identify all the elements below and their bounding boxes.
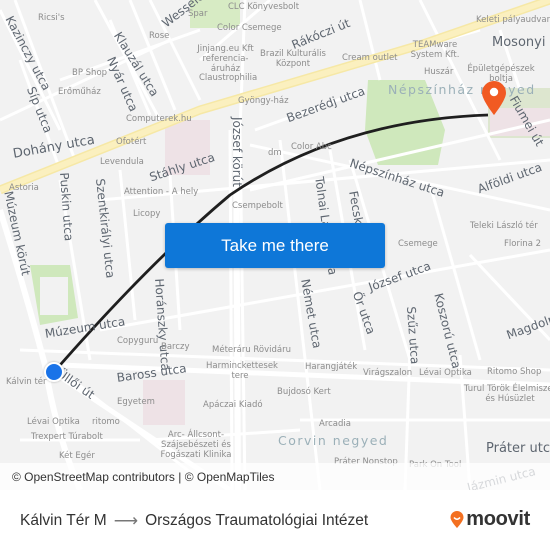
attribution-text[interactable]: © OpenStreetMap contributors | © OpenMap…: [12, 470, 274, 484]
poi-label: ritomo: [92, 417, 120, 427]
poi-label: Barczy: [161, 342, 190, 352]
poi-label: Lévai Optika: [27, 417, 80, 427]
map-view[interactable]: Népszínház negyed Corvin negyed Rákóczi …: [0, 0, 550, 490]
poi-label: dm: [268, 148, 282, 158]
poi-label: Arc- Állcsont- Szájsebészeti és Fogászat…: [160, 430, 232, 460]
moovit-pin-icon: [450, 510, 464, 528]
poi-label: CLC Könyvesbolt: [228, 2, 300, 12]
ring-road: [0, 209, 83, 490]
poi-label: Keleti pályaudvar: [476, 15, 550, 25]
poi-label: Teleki László tér: [470, 221, 538, 231]
poi-label: Florina 2: [504, 239, 542, 249]
poi-label: BP Shop: [72, 68, 108, 78]
poi-label: Copyguru: [117, 336, 159, 346]
origin-marker[interactable]: [44, 362, 64, 382]
poi-label: Cream outlet: [342, 53, 398, 63]
poi-label: Levendula: [100, 157, 144, 167]
poi-label: Brazil Kulturális Központ: [260, 49, 326, 69]
destination-name: Országos Traumatológiai Intézet: [145, 512, 369, 529]
poi-label: Csempebolt: [232, 201, 283, 211]
neighborhood-label: Corvin negyed: [278, 433, 389, 448]
poi-label: Gyöngy-ház: [238, 96, 289, 106]
poi-label: Kálvin tér: [6, 377, 47, 387]
poi-label: Spar: [188, 9, 208, 19]
poi-label: Lévai Optika: [419, 368, 472, 378]
poi-label: Erőműház: [58, 87, 101, 97]
poi-label: Jinjang.eu Kft referencia-áruház: [197, 44, 254, 74]
poi-label: Color Abc: [291, 142, 332, 152]
street-label: Práter utca: [486, 441, 550, 456]
poi-label: Astoria: [9, 183, 39, 193]
origin-name: Kálvin Tér M: [20, 512, 107, 529]
poi-label: Rose: [149, 31, 170, 41]
street-label: Mosonyi utca: [492, 35, 550, 50]
poi-label: Trexpert Túrabolt: [31, 432, 103, 442]
poi-label: Harminckettesek tere: [206, 361, 278, 381]
poi-label: Computerek.hu: [126, 114, 192, 124]
map-attribution: © OpenStreetMap contributors | © OpenMap…: [0, 463, 550, 490]
poi-label: TEAMware System Kft.: [410, 40, 460, 60]
neighborhood-label: Népszínház negyed: [388, 82, 536, 97]
route-summary: Kálvin Tér M ⟶ Országos Traumatológiai I…: [20, 511, 368, 531]
poi-label: Ricsi's: [38, 13, 65, 23]
poi-label: Licopy: [133, 209, 161, 219]
street-label: József körút: [230, 117, 244, 187]
poi-label: Huszár: [424, 67, 454, 77]
moovit-logo[interactable]: moovit: [450, 508, 530, 531]
destination-pin-icon[interactable]: [481, 80, 507, 116]
poi-label: Ofotért: [116, 137, 147, 147]
poi-label: Virágszalon: [363, 368, 413, 378]
poi-label: Bujdosó Kert: [277, 387, 331, 397]
poi-label: Két Egér: [59, 451, 95, 461]
poi-label: Turul Török Élelmiszer és Húsüzlet: [463, 384, 550, 404]
poi-label: Attention - A hely: [124, 187, 199, 197]
poi-label: Apáczai Kiadó: [203, 400, 263, 410]
take-me-there-button[interactable]: Take me there: [165, 223, 385, 268]
arrow-right-icon: ⟶: [113, 511, 139, 530]
poi-label: Claustrophilia: [199, 73, 258, 83]
poi-label: Arcadia: [319, 419, 351, 429]
footer-bar: Kálvin Tér M ⟶ Országos Traumatológiai I…: [0, 490, 550, 550]
poi-label: Color Csemege: [217, 23, 282, 33]
poi-label: Csemege: [398, 239, 438, 249]
poi-label: Harangjáték: [305, 362, 358, 372]
poi-label: Méteráru Rövidáru: [212, 345, 292, 355]
poi-label: Ritomo Shop: [487, 367, 542, 377]
moovit-wordmark: moovit: [466, 508, 530, 530]
street-label: Szűz utca: [404, 305, 423, 365]
poi-label: Egyetem: [117, 397, 155, 407]
